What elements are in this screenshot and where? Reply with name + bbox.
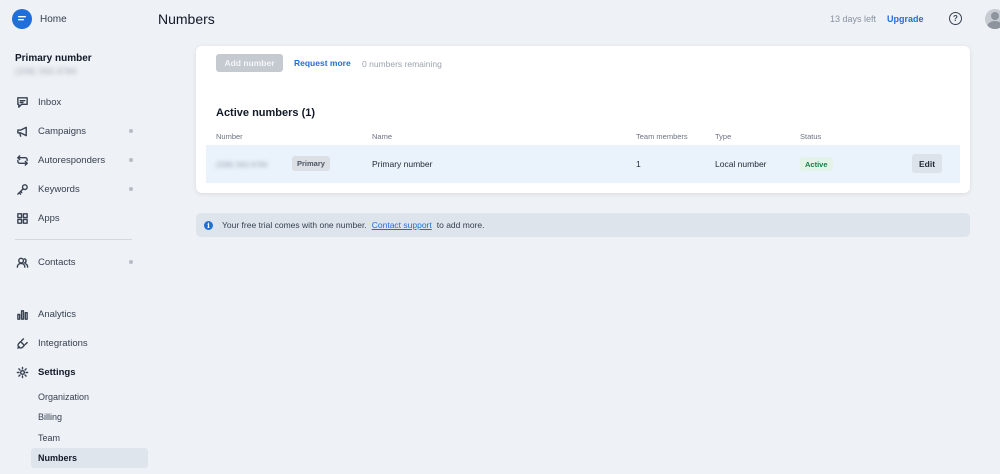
team-members-count: 1 (636, 159, 641, 169)
column-header-type: Type (715, 132, 732, 141)
home-link[interactable]: Home (12, 9, 67, 29)
number-type: Local number (715, 159, 767, 169)
contacts-dot (129, 260, 133, 264)
primary-number-title: Primary number (15, 53, 92, 64)
sidebar-item-label: Contacts (38, 256, 76, 268)
table-row[interactable]: (208) 343-3784 Primary Primary number 1 … (206, 145, 960, 183)
primary-badge: Primary (292, 156, 330, 171)
primary-number-phone: (208) 343-3784 (15, 67, 77, 76)
settings-sub-numbers[interactable]: Numbers (31, 448, 148, 468)
status-badge: Active (800, 157, 833, 171)
numbers-remaining: 0 numbers remaining (362, 59, 442, 69)
info-banner: i Your free trial comes with one number.… (196, 213, 970, 237)
sidebar-item-label: Keywords (38, 183, 80, 195)
megaphone-icon (15, 124, 29, 138)
contact-support-link[interactable]: Contact support (372, 220, 432, 230)
column-header-team-members: Team members (636, 132, 688, 141)
edit-button[interactable]: Edit (912, 154, 942, 173)
column-header-name: Name (372, 132, 393, 141)
logo-icon (12, 9, 32, 29)
sidebar-item-settings[interactable]: Settings (15, 364, 135, 380)
sidebar-item-apps[interactable]: Apps (15, 210, 135, 226)
sidebar-item-label: Settings (38, 366, 76, 378)
sidebar-item-campaigns[interactable]: Campaigns (15, 123, 135, 139)
contacts-icon (15, 255, 29, 269)
settings-sub-billing[interactable]: Billing (31, 407, 148, 427)
column-header-number: Number (216, 132, 243, 141)
sidebar-item-label: Autoresponders (38, 154, 106, 166)
sidebar-item-keywords[interactable]: Keywords (15, 181, 135, 197)
help-icon[interactable]: ? (949, 12, 962, 25)
sidebar-item-label: Inbox (38, 96, 62, 108)
autoresponders-dot (129, 158, 133, 162)
primary-number-selector[interactable]: Primary number (208) 343-3784 (15, 53, 92, 76)
campaigns-dot (129, 129, 133, 133)
active-numbers-title: Active numbers (1) (216, 107, 316, 119)
sidebar-item-inbox[interactable]: Inbox (15, 94, 135, 110)
sidebar-item-label: Integrations (38, 337, 88, 349)
upgrade-link[interactable]: Upgrade (887, 14, 924, 24)
numbers-card: Add number Request more 0 numbers remain… (196, 46, 970, 193)
sidebar-item-integrations[interactable]: Integrations (15, 335, 135, 351)
autoresponder-icon (15, 153, 29, 167)
trial-days-left: 13 days left (830, 14, 877, 24)
settings-sub-team[interactable]: Team (31, 428, 148, 448)
apps-grid-icon (15, 211, 29, 225)
sidebar-item-label: Apps (38, 212, 60, 224)
phone-number: (208) 343-3784 (216, 160, 268, 169)
settings-sub-organization[interactable]: Organization (31, 387, 148, 407)
add-number-button[interactable]: Add number (216, 54, 283, 72)
info-icon: i (204, 220, 213, 230)
key-icon (15, 182, 29, 196)
banner-text: Your free trial comes with one number. (222, 220, 367, 230)
sidebar-item-autoresponders[interactable]: Autoresponders (15, 152, 135, 168)
request-more-link[interactable]: Request more (294, 58, 351, 68)
home-label: Home (40, 13, 67, 25)
inbox-icon (15, 95, 29, 109)
sidebar-item-label: Campaigns (38, 125, 87, 137)
number-name: Primary number (372, 159, 433, 169)
column-header-status: Status (800, 132, 822, 141)
sidebar-divider (15, 239, 132, 240)
avatar-head (991, 12, 999, 20)
banner-text-after: to add more. (436, 220, 485, 230)
plug-icon (15, 336, 29, 350)
gear-icon (15, 365, 29, 379)
sidebar-item-contacts[interactable]: Contacts (15, 254, 135, 270)
avatar-body (987, 21, 1000, 29)
page-title: Numbers (158, 11, 215, 27)
sidebar-item-label: Analytics (38, 308, 77, 320)
avatar[interactable] (985, 9, 1000, 29)
sidebar: Home Primary number (208) 343-3784 Inbox… (0, 0, 158, 474)
sidebar-item-analytics[interactable]: Analytics (15, 306, 135, 322)
analytics-icon (15, 307, 29, 321)
keywords-dot (129, 187, 133, 191)
